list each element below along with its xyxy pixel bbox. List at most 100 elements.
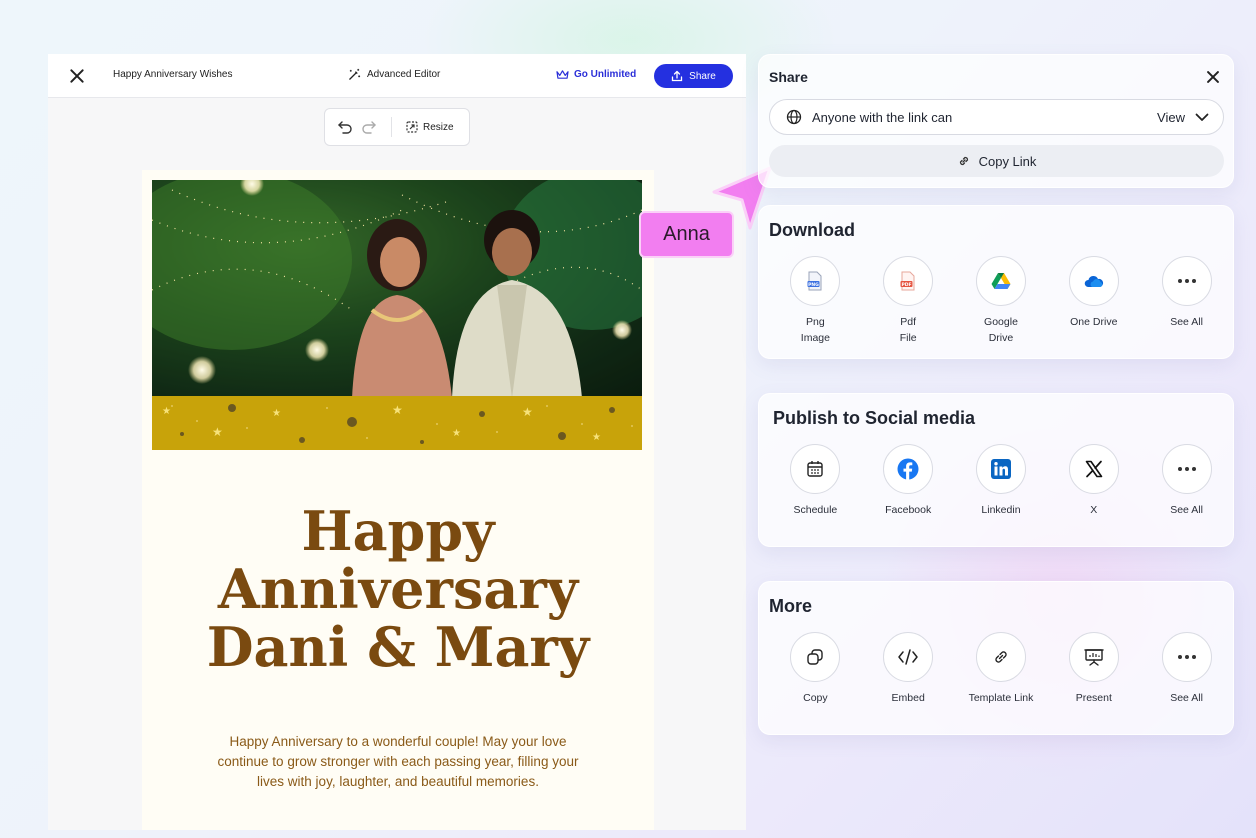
stars-pattern: ★ ★ ★ ★ ★ ★ ★ — [162, 403, 633, 444]
see-all-label: See All — [1170, 692, 1203, 704]
onedrive-label: One Drive — [1070, 316, 1118, 328]
linkedin-icon — [990, 459, 1011, 479]
download-title: Download — [769, 220, 855, 240]
close-share-button[interactable] — [1205, 69, 1221, 85]
icon-circle — [790, 632, 841, 682]
anniversary-card[interactable]: ★ ★ ★ ★ ★ ★ ★ Happy Anniversary Dani & Mary Ha… — [142, 170, 654, 830]
redo-icon[interactable] — [361, 120, 377, 134]
more-icon — [1177, 279, 1196, 283]
x-button[interactable]: X — [1047, 444, 1140, 518]
download-png-button[interactable]: PNG Png Image — [769, 256, 862, 346]
social-options: Schedule Facebook Linkedin X See All — [759, 444, 1235, 518]
facebook-icon — [897, 458, 919, 480]
link-icon — [959, 156, 968, 166]
more-panel: More Copy Embed Template Link Present Se… — [758, 581, 1234, 735]
download-panel: Download PNG Png Image PDF Pdf File Google… — [758, 205, 1234, 359]
more-title: More — [769, 596, 813, 616]
share-panel: Share Anyone with the link can View Copy… — [758, 54, 1234, 188]
svg-text:★: ★ — [392, 403, 403, 417]
download-pdf-button[interactable]: PDF Pdf File — [862, 256, 955, 346]
calendar-icon — [807, 461, 824, 477]
linkedin-label: Linkedin — [981, 504, 1021, 516]
copy-button[interactable]: Copy — [769, 632, 862, 706]
download-see-all-button[interactable]: See All — [1140, 256, 1233, 346]
onedrive-button[interactable]: One Drive — [1047, 256, 1140, 346]
undo-icon[interactable] — [337, 120, 353, 134]
resize-button[interactable]: Resize — [406, 121, 454, 133]
heading-line: Anniversary — [217, 557, 579, 621]
editor-topbar: Happy Anniversary Wishes Advanced Editor… — [48, 54, 746, 98]
globe-icon — [786, 109, 802, 125]
svg-text:★: ★ — [162, 406, 171, 417]
social-see-all-button[interactable]: See All — [1140, 444, 1233, 518]
code-icon — [898, 649, 918, 665]
star-banner: ★ ★ ★ ★ ★ ★ ★ — [152, 396, 642, 450]
icon-circle — [1161, 632, 1212, 682]
editor-window: Happy Anniversary Wishes Advanced Editor… — [48, 54, 746, 830]
pdf-file-icon: PDF — [900, 271, 915, 291]
more-options: Copy Embed Template Link Present See All — [759, 632, 1235, 706]
icon-circle — [790, 444, 841, 494]
google-drive-label: Google Drive — [961, 314, 1041, 346]
google-drive-button[interactable]: Google Drive — [955, 256, 1048, 346]
heading-line: Happy — [301, 499, 495, 563]
icon-circle — [1068, 632, 1119, 682]
canvas-toolbar: Resize — [324, 108, 470, 146]
svg-text:PNG: PNG — [809, 282, 820, 288]
template-link-button[interactable]: Template Link — [955, 632, 1048, 706]
icon-circle: PNG — [790, 256, 841, 306]
svg-text:★: ★ — [212, 425, 223, 439]
icon-circle — [975, 256, 1026, 306]
download-png-label: Png Image — [775, 314, 855, 346]
present-icon — [1084, 649, 1104, 666]
svg-text:★: ★ — [592, 432, 601, 443]
label-line: Pdf — [900, 316, 917, 328]
social-panel: Publish to Social media Schedule Faceboo… — [758, 393, 1234, 547]
icon-circle — [1068, 444, 1119, 494]
label-line: File — [899, 332, 917, 344]
facebook-label: Facebook — [885, 504, 932, 516]
present-button[interactable]: Present — [1047, 632, 1140, 706]
label-line: Drive — [988, 332, 1014, 344]
go-unlimited-button[interactable]: Go Unlimited — [556, 69, 636, 80]
chevron-down-icon — [1195, 113, 1209, 121]
more-icon — [1177, 467, 1196, 471]
advanced-editor-label: Advanced Editor — [367, 69, 441, 80]
card-message: Happy Anniversary to a wonderful couple!… — [217, 734, 579, 789]
social-title: Publish to Social media — [773, 408, 976, 428]
png-file-icon: PNG — [807, 271, 822, 291]
linkedin-button[interactable]: Linkedin — [955, 444, 1048, 518]
photo-illustration — [152, 180, 642, 398]
embed-button[interactable]: Embed — [862, 632, 955, 706]
share-button[interactable]: Share — [654, 64, 733, 88]
x-icon — [1085, 460, 1103, 478]
copy-label: Copy — [803, 692, 828, 704]
close-editor-button[interactable] — [68, 67, 86, 85]
icon-circle — [975, 444, 1026, 494]
magic-wand-icon — [349, 68, 361, 80]
advanced-editor-button[interactable]: Advanced Editor — [348, 68, 440, 81]
card-heading: Happy Anniversary Dani & Mary — [142, 502, 654, 676]
document-title: Happy Anniversary Wishes — [113, 69, 233, 80]
svg-text:★: ★ — [522, 405, 533, 419]
more-see-all-button[interactable]: See All — [1140, 632, 1233, 706]
svg-text:★: ★ — [272, 408, 281, 419]
icon-circle — [1161, 256, 1212, 306]
svg-text:PDF: PDF — [902, 282, 912, 288]
link-access-dropdown[interactable]: Anyone with the link can View — [769, 99, 1224, 135]
present-label: Present — [1075, 692, 1112, 704]
download-options: PNG Png Image PDF Pdf File Google Drive One… — [759, 256, 1235, 346]
see-all-label: See All — [1170, 504, 1203, 516]
toolbar-divider — [391, 117, 392, 137]
collaborator-name-tag: Anna — [639, 211, 734, 258]
icon-circle — [883, 444, 934, 494]
copy-link-button[interactable]: Copy Link — [769, 145, 1224, 177]
couple-photo — [152, 180, 642, 398]
icon-circle — [1068, 256, 1119, 306]
facebook-button[interactable]: Facebook — [862, 444, 955, 518]
icon-circle — [975, 632, 1026, 682]
schedule-button[interactable]: Schedule — [769, 444, 862, 518]
icon-circle — [883, 632, 934, 682]
link-access-label: Anyone with the link can — [812, 109, 953, 125]
copy-link-label: Copy Link — [978, 153, 1037, 169]
